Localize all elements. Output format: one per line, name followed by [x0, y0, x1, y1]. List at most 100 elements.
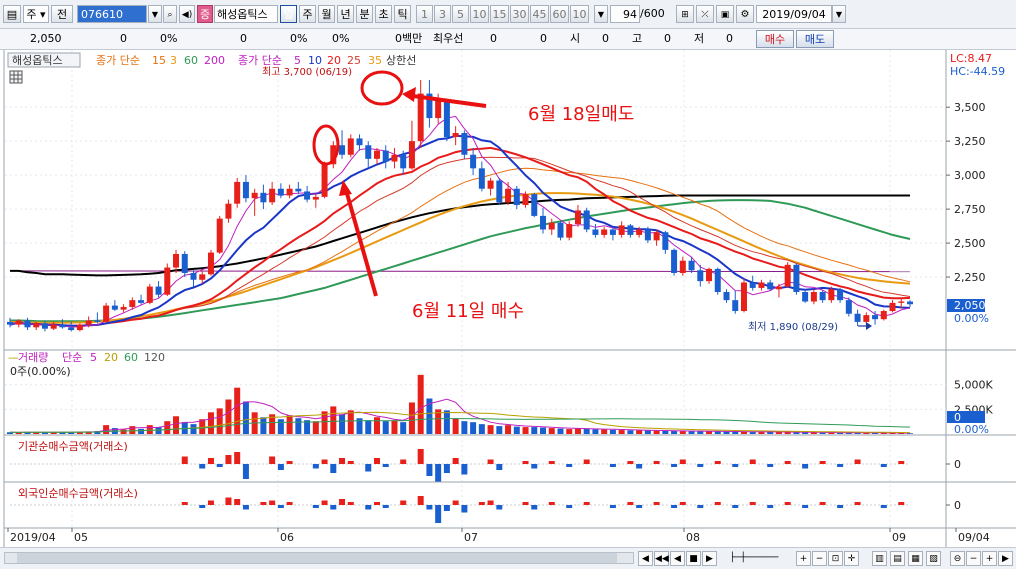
minute-dropdown-icon[interactable]: ▼	[594, 5, 608, 23]
volume-bar-33	[295, 418, 302, 434]
institution-bar-48	[426, 464, 433, 476]
zoom-in-icon[interactable]: +	[796, 551, 811, 566]
code-input[interactable]: 076610	[77, 5, 147, 23]
minute-tab-8[interactable]: 10	[570, 5, 589, 23]
open-label: 시	[570, 32, 581, 45]
first-page-button[interactable]: ◀◀	[654, 551, 669, 566]
candle-body-63	[557, 222, 564, 238]
period-tab-5[interactable]: 초	[375, 5, 392, 23]
zoom-slider[interactable]: ├─┼──────	[718, 551, 790, 566]
legend-volume: 거래량	[18, 351, 48, 364]
institution-bar-77	[679, 459, 686, 464]
layout-icon-1[interactable]: ▥	[872, 551, 887, 566]
save-icon[interactable]: ▣	[716, 5, 734, 23]
play-back-button[interactable]: ◀	[670, 551, 685, 566]
period-tab-2[interactable]: 월	[318, 5, 335, 23]
gear-icon[interactable]: ⚙	[736, 5, 754, 23]
current-price: 2,050	[30, 32, 62, 45]
crosshair-icon[interactable]: ✛	[844, 551, 859, 566]
volume-bar-39	[347, 410, 354, 434]
candle-body-59	[522, 194, 529, 206]
chart-zoom-plus-icon[interactable]: +	[982, 551, 997, 566]
last-price-label: 2,050	[954, 299, 986, 312]
period-tab-4[interactable]: 분	[356, 5, 373, 23]
institution-bar-91	[802, 464, 809, 469]
institution-bar-47	[417, 449, 424, 464]
candle-body-97	[854, 313, 861, 322]
layout-icon-2[interactable]: ▤	[890, 551, 905, 566]
period-select[interactable]: 주 ▾	[23, 5, 49, 23]
candle-body-35	[312, 196, 319, 200]
minute-tab-5[interactable]: 30	[510, 5, 529, 23]
buy-button[interactable]: 매수	[756, 30, 794, 48]
institution-bar-27	[242, 464, 249, 479]
date-input[interactable]: 2019/09/04	[756, 5, 832, 23]
volume: 0	[240, 32, 247, 45]
institution-bar-43	[382, 464, 389, 467]
candle-body-60	[531, 194, 538, 216]
foreign-bar-93	[819, 502, 826, 505]
indicator-icon[interactable]: ⊞	[676, 5, 694, 23]
fit-icon[interactable]: ⊡	[828, 551, 843, 566]
minute-tab-6[interactable]: 45	[530, 5, 549, 23]
sell-button[interactable]: 매도	[796, 30, 834, 48]
horizontal-scrollbar[interactable]	[4, 552, 634, 564]
sound-icon[interactable]: ◀)	[179, 5, 195, 23]
volume-bar-67	[592, 429, 599, 434]
candle-body-71	[627, 225, 634, 235]
scroll-right-button[interactable]: ▶	[998, 551, 1013, 566]
legend-ma60: 60	[184, 54, 198, 67]
calendar-dropdown-icon[interactable]: ▼	[832, 5, 846, 23]
legend-foreign: 외국인순매수금액(거래소)	[18, 487, 138, 500]
minute-tab-4[interactable]: 15	[490, 5, 509, 23]
zoom-out-icon[interactable]: −	[812, 551, 827, 566]
foreign-bar-74	[653, 502, 660, 505]
institution-bar-85	[749, 459, 756, 464]
foreign-bar-77	[679, 502, 686, 505]
foreign-bar-81	[714, 502, 721, 505]
volume-bar-64	[566, 429, 573, 434]
minimize-chart-icon[interactable]: ⊖	[950, 551, 965, 566]
institution-bar-76	[671, 464, 678, 467]
legend-ma15: 15	[152, 54, 166, 67]
chart-zoom-minus-icon[interactable]: −	[966, 551, 981, 566]
legend-vol-ma-label: 단순	[62, 351, 82, 364]
period-tab-0[interactable]: 일	[280, 5, 297, 23]
period-tab-6[interactable]: 틱	[394, 5, 411, 23]
layout-icon-3[interactable]: ▦	[908, 551, 923, 566]
volume-bar-72	[636, 430, 643, 434]
minute-tab-0[interactable]: 1	[416, 5, 433, 23]
minute-tab-2[interactable]: 5	[452, 5, 469, 23]
volume-bar-18	[164, 421, 171, 434]
count-input[interactable]: 94	[610, 5, 640, 23]
candle-body-43	[382, 150, 389, 162]
menu-icon[interactable]: ▤	[3, 5, 21, 23]
minute-tab-7[interactable]: 60	[550, 5, 569, 23]
candle-body-40	[356, 138, 363, 146]
low-label: 저	[694, 32, 705, 45]
play-button[interactable]: ▶	[702, 551, 717, 566]
stop-button[interactable]: ■	[686, 551, 701, 566]
layout-icon-4[interactable]: ▧	[926, 551, 941, 566]
foreign-bar-50	[443, 505, 450, 511]
prev-button[interactable]: 전	[51, 5, 73, 23]
scroll-left-button[interactable]: ◀	[638, 551, 653, 566]
compare-icon[interactable]: ⤫	[696, 5, 714, 23]
candle-body-13	[120, 306, 127, 310]
candle-body-84	[740, 282, 747, 312]
minute-tab-1[interactable]: 3	[434, 5, 451, 23]
institution-bar-69	[609, 464, 616, 467]
legend-institution: 기관순매수금액(거래소)	[18, 440, 128, 453]
foreign-bar-91	[802, 505, 809, 508]
minute-tab-3[interactable]: 10	[470, 5, 489, 23]
search-icon[interactable]: ⌕	[163, 5, 177, 23]
code-dropdown-icon[interactable]: ▼	[148, 5, 162, 23]
x-tick-label-4: 08	[686, 531, 700, 544]
volume-bar-76	[671, 431, 678, 434]
period-tab-3[interactable]: 년	[337, 5, 354, 23]
legend-stock-name: 해성옵틱스	[12, 53, 63, 67]
foreign-bar-36	[321, 500, 328, 505]
stock-chart[interactable]: 2,2502,5002,7503,0003,2503,5002019/04 05 0…	[0, 50, 1016, 547]
period-tab-1[interactable]: 주	[299, 5, 316, 23]
table-icon[interactable]	[9, 70, 23, 84]
